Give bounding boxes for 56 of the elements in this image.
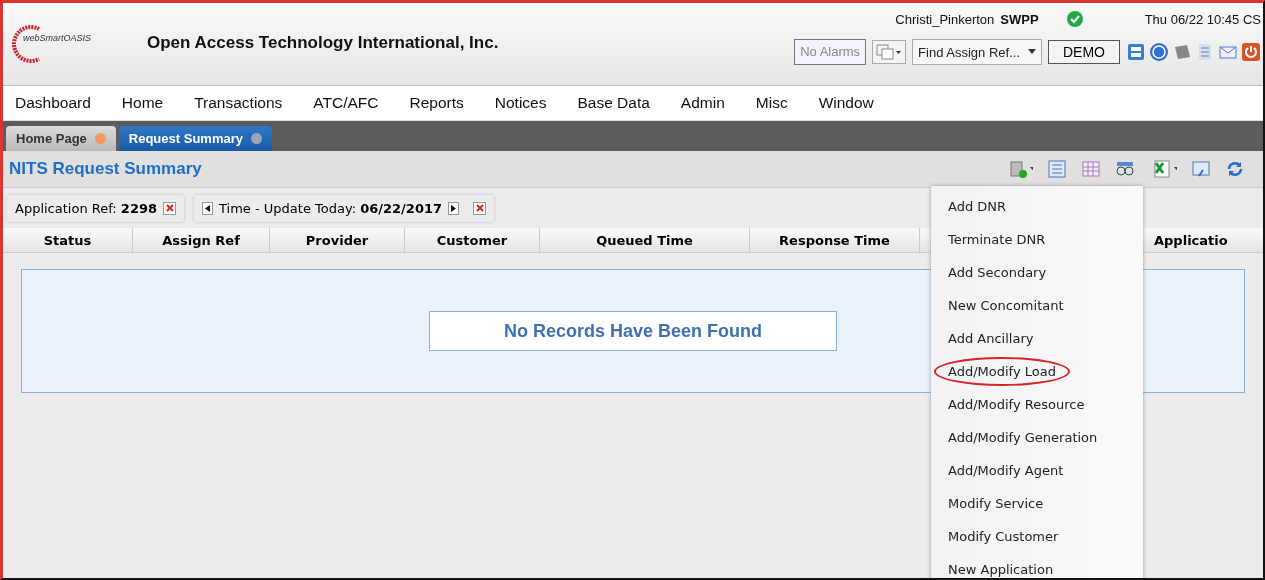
menu-item[interactable]: Base Data bbox=[577, 94, 650, 112]
menu-item[interactable]: Admin bbox=[680, 94, 725, 112]
menu-option[interactable]: Terminate DNR bbox=[931, 223, 1143, 256]
environment-label: DEMO bbox=[1048, 40, 1120, 64]
window-dropdown-icon[interactable] bbox=[872, 40, 907, 64]
remove-icon[interactable] bbox=[163, 201, 177, 215]
menu-item[interactable]: Notices bbox=[494, 94, 547, 112]
column-header[interactable]: Status bbox=[3, 228, 133, 252]
menu-option[interactable]: Add DNR bbox=[931, 190, 1143, 223]
panel-title: NITS Request Summary bbox=[9, 159, 202, 179]
refresh-icon[interactable] bbox=[1225, 159, 1245, 179]
menu-option[interactable]: Add/Modify Agent bbox=[931, 454, 1143, 487]
column-header[interactable]: Queued Time bbox=[540, 228, 750, 252]
caret-icon[interactable] bbox=[1028, 49, 1036, 55]
menu-option[interactable]: Modify Customer bbox=[931, 520, 1143, 553]
newspaper-icon[interactable] bbox=[1172, 42, 1192, 62]
cabinet-icon[interactable] bbox=[1126, 42, 1146, 62]
glasses-icon[interactable] bbox=[1115, 159, 1135, 179]
logo-text: webSmartOASIS bbox=[23, 33, 92, 43]
tab[interactable]: Request Summary bbox=[118, 126, 272, 151]
date-time: Thu 06/22 10:45 CS bbox=[1144, 11, 1261, 27]
menu-option[interactable]: Modify Service bbox=[931, 487, 1143, 520]
company-name: Open Access Technology International, Inc. bbox=[147, 33, 499, 53]
menu-item[interactable]: Home bbox=[121, 94, 164, 112]
find-assign-ref-field[interactable]: Find Assign Ref... bbox=[912, 39, 1042, 65]
menu-option[interactable]: Add Ancillary bbox=[931, 322, 1143, 355]
menu-item[interactable]: Dashboard bbox=[15, 94, 91, 112]
power-icon[interactable] bbox=[1241, 42, 1261, 62]
help-icon[interactable] bbox=[1149, 42, 1169, 62]
remove-icon[interactable] bbox=[473, 201, 487, 215]
previous-icon[interactable] bbox=[202, 201, 214, 215]
next-icon[interactable] bbox=[448, 201, 460, 215]
column-header[interactable]: Customer bbox=[405, 228, 540, 252]
close-icon[interactable] bbox=[250, 133, 262, 144]
export-icon[interactable] bbox=[1191, 159, 1211, 179]
user-name: Christi_Pinkerton bbox=[895, 11, 995, 27]
column-header[interactable]: Assign Ref bbox=[133, 228, 270, 252]
menu-option[interactable]: Add Secondary bbox=[931, 256, 1143, 289]
column-header[interactable]: Provider bbox=[270, 228, 405, 252]
filter-text: Time - Update Today: 06/22/2017 bbox=[219, 200, 443, 216]
menu-item[interactable]: Reports bbox=[409, 94, 464, 112]
list-icon[interactable] bbox=[1047, 159, 1067, 179]
menu-option[interactable]: Add/Modify Generation bbox=[931, 421, 1143, 454]
filter-text: Application Ref: 2298 bbox=[15, 200, 158, 216]
menu-option[interactable]: Add/Modify Resource bbox=[931, 388, 1143, 421]
menu-item[interactable]: ATC/AFC bbox=[313, 94, 379, 112]
column-header[interactable]: Response Time bbox=[750, 228, 920, 252]
tab[interactable]: Home Page bbox=[6, 126, 116, 151]
menu-item[interactable]: Transactions bbox=[194, 94, 283, 112]
entity-name: SWPP bbox=[1000, 11, 1039, 27]
menu-item[interactable]: Misc bbox=[755, 94, 788, 112]
menu-option[interactable]: New Application bbox=[931, 553, 1143, 578]
menu-item[interactable]: Window bbox=[818, 94, 874, 112]
empty-message: No Records Have Been Found bbox=[429, 311, 837, 351]
menu-option[interactable]: New Concomitant bbox=[931, 289, 1143, 322]
grid-icon[interactable] bbox=[1081, 159, 1101, 179]
